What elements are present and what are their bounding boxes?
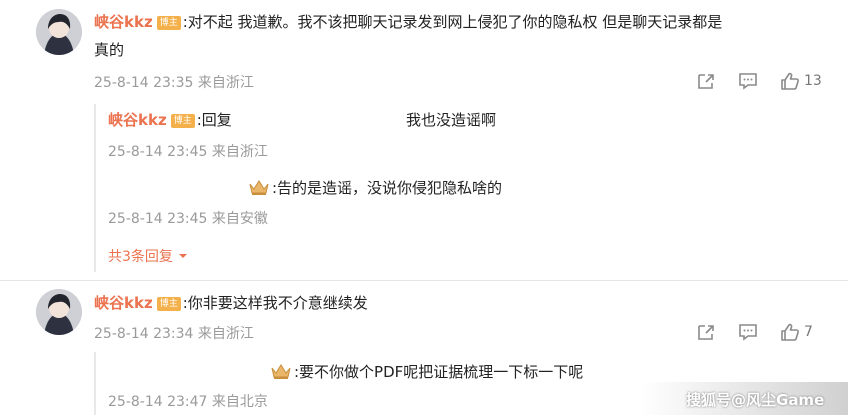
reply-text: :告的是造谣，没说你侵犯隐私啥的 (272, 179, 503, 197)
crown-icon (249, 180, 269, 195)
like-count: 13 (804, 73, 822, 89)
reply-meta: 25-8-14 23:45 来自浙江 (108, 144, 268, 160)
reply-thread-bar (94, 104, 96, 272)
blogger-badge: 博主 (156, 297, 181, 311)
reply-text: :要不你做个PDF呢把证据梳理一下标一下呢 (294, 363, 584, 381)
like-count: 7 (804, 324, 813, 340)
like-icon (781, 323, 799, 341)
blogger-badge: 博主 (156, 16, 181, 30)
share-button[interactable] (696, 321, 738, 343)
share-button[interactable] (696, 70, 738, 92)
watermark: 搜狐号@风尘Game (686, 391, 825, 409)
comment-text: :你非要这样我不介意继续发 (182, 294, 368, 312)
share-icon (698, 325, 714, 340)
reply-meta: 25-8-14 23:45 来自安徽 (108, 211, 268, 227)
more-replies-label: 共3条回复 (108, 249, 173, 265)
username[interactable]: 峡谷kkz (108, 111, 167, 129)
like-button[interactable]: 13 (780, 70, 822, 92)
comment-actions: 13 (696, 70, 822, 92)
reply-thread-bar (94, 352, 96, 415)
blogger-badge: 博主 (170, 114, 195, 128)
share-icon (698, 74, 714, 89)
comment-divider (0, 280, 848, 281)
chevron-down-icon (179, 254, 188, 258)
reply-text: 我也没造谣啊 (406, 111, 497, 129)
comment-button[interactable] (738, 70, 780, 92)
like-button[interactable]: 7 (780, 321, 822, 343)
comment-meta: 25-8-14 23:34 来自浙江 (94, 326, 254, 342)
username[interactable]: 峡谷kkz (94, 13, 153, 31)
reply-prefix: :回复 (196, 111, 232, 129)
reply-meta: 25-8-14 23:47 来自北京 (108, 394, 268, 410)
comment-icon (739, 324, 757, 341)
comment-text: :对不起 我道歉。我不该把聊天记录发到网上侵犯了你的隐私权 但是聊天记录都是 (182, 13, 723, 31)
comment-actions: 7 (696, 321, 822, 343)
comment-meta: 25-8-14 23:35 来自浙江 (94, 75, 254, 91)
comment-text-continued: 真的 (94, 41, 125, 59)
avatar[interactable] (36, 289, 82, 335)
more-replies-link[interactable]: 共3条回复 (108, 246, 188, 266)
username[interactable]: 峡谷kkz (94, 294, 153, 312)
crown-icon (271, 364, 291, 379)
comment-icon (739, 73, 757, 90)
avatar[interactable] (36, 9, 82, 55)
like-icon (781, 72, 799, 90)
comment-button[interactable] (738, 321, 780, 343)
